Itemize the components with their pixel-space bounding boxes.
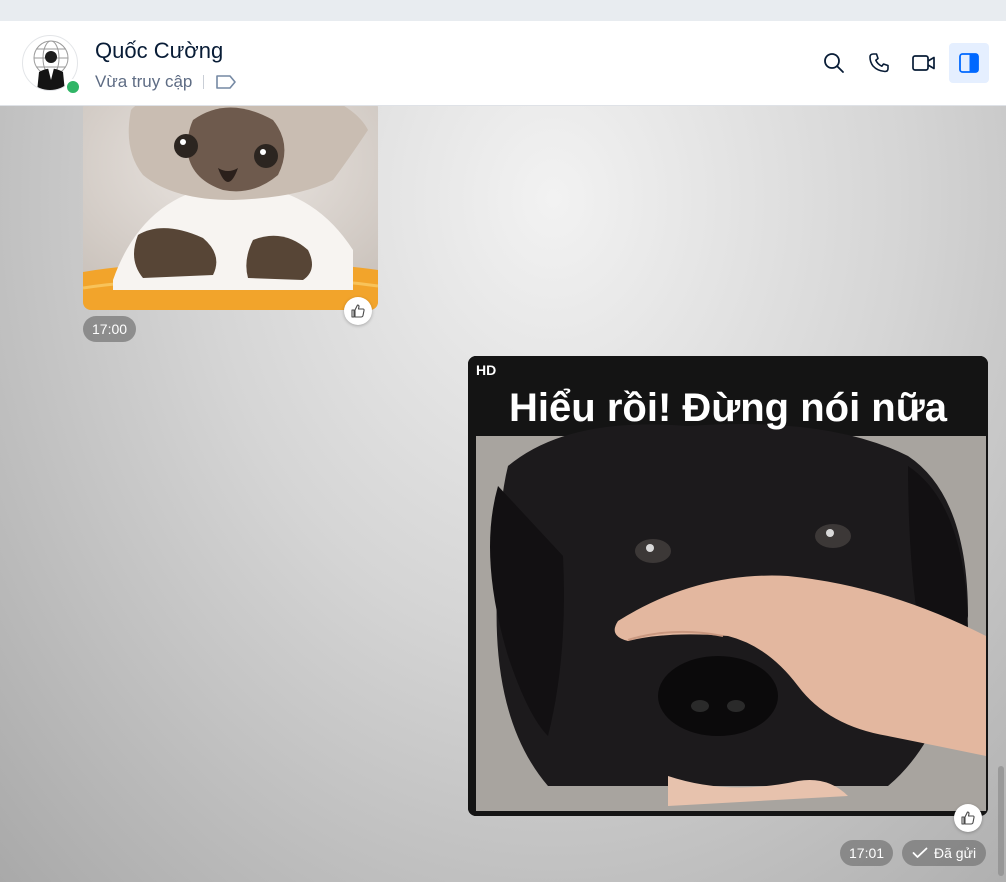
delivery-status-label: Đã gửi xyxy=(934,845,977,861)
delivery-status: Đã gửi xyxy=(902,840,987,866)
sidebar-toggle-icon xyxy=(959,53,979,73)
chat-header: Quốc Cường Vừa truy cập xyxy=(0,21,1006,106)
tag-icon[interactable] xyxy=(215,74,237,90)
checkmark-icon xyxy=(912,847,928,858)
phone-icon xyxy=(869,53,889,73)
react-like-button[interactable] xyxy=(344,297,372,325)
window-top-strip xyxy=(0,0,1006,21)
incoming-image-message[interactable] xyxy=(83,106,378,310)
search-button[interactable] xyxy=(814,43,854,83)
voice-call-button[interactable] xyxy=(859,43,899,83)
incoming-message-time: 17:00 xyxy=(83,316,137,342)
thumbs-up-icon xyxy=(351,304,365,318)
chat-message-area[interactable]: 17:00 HD Hiểu rồi! Đừng nói nữa 17:01 Đã… xyxy=(0,106,1006,882)
video-call-button[interactable] xyxy=(904,43,944,83)
contact-status-row: Vừa truy cập xyxy=(95,71,237,93)
conversation-info-toggle[interactable] xyxy=(949,43,989,83)
chat-scrollbar[interactable] xyxy=(998,766,1004,876)
thumbs-up-icon xyxy=(961,811,975,825)
react-like-button[interactable] xyxy=(954,804,982,832)
online-status-dot xyxy=(65,79,81,95)
outgoing-message-time: 17:01 xyxy=(840,840,894,866)
hd-badge: HD xyxy=(476,362,497,378)
search-icon xyxy=(824,53,844,73)
header-actions xyxy=(814,43,989,83)
video-call-icon xyxy=(912,55,935,71)
last-seen-status: Vừa truy cập xyxy=(95,72,193,91)
status-divider xyxy=(203,75,205,89)
contact-name[interactable]: Quốc Cường xyxy=(95,38,223,64)
image-caption-text: Hiểu rồi! Đừng nói nữa xyxy=(509,386,947,430)
